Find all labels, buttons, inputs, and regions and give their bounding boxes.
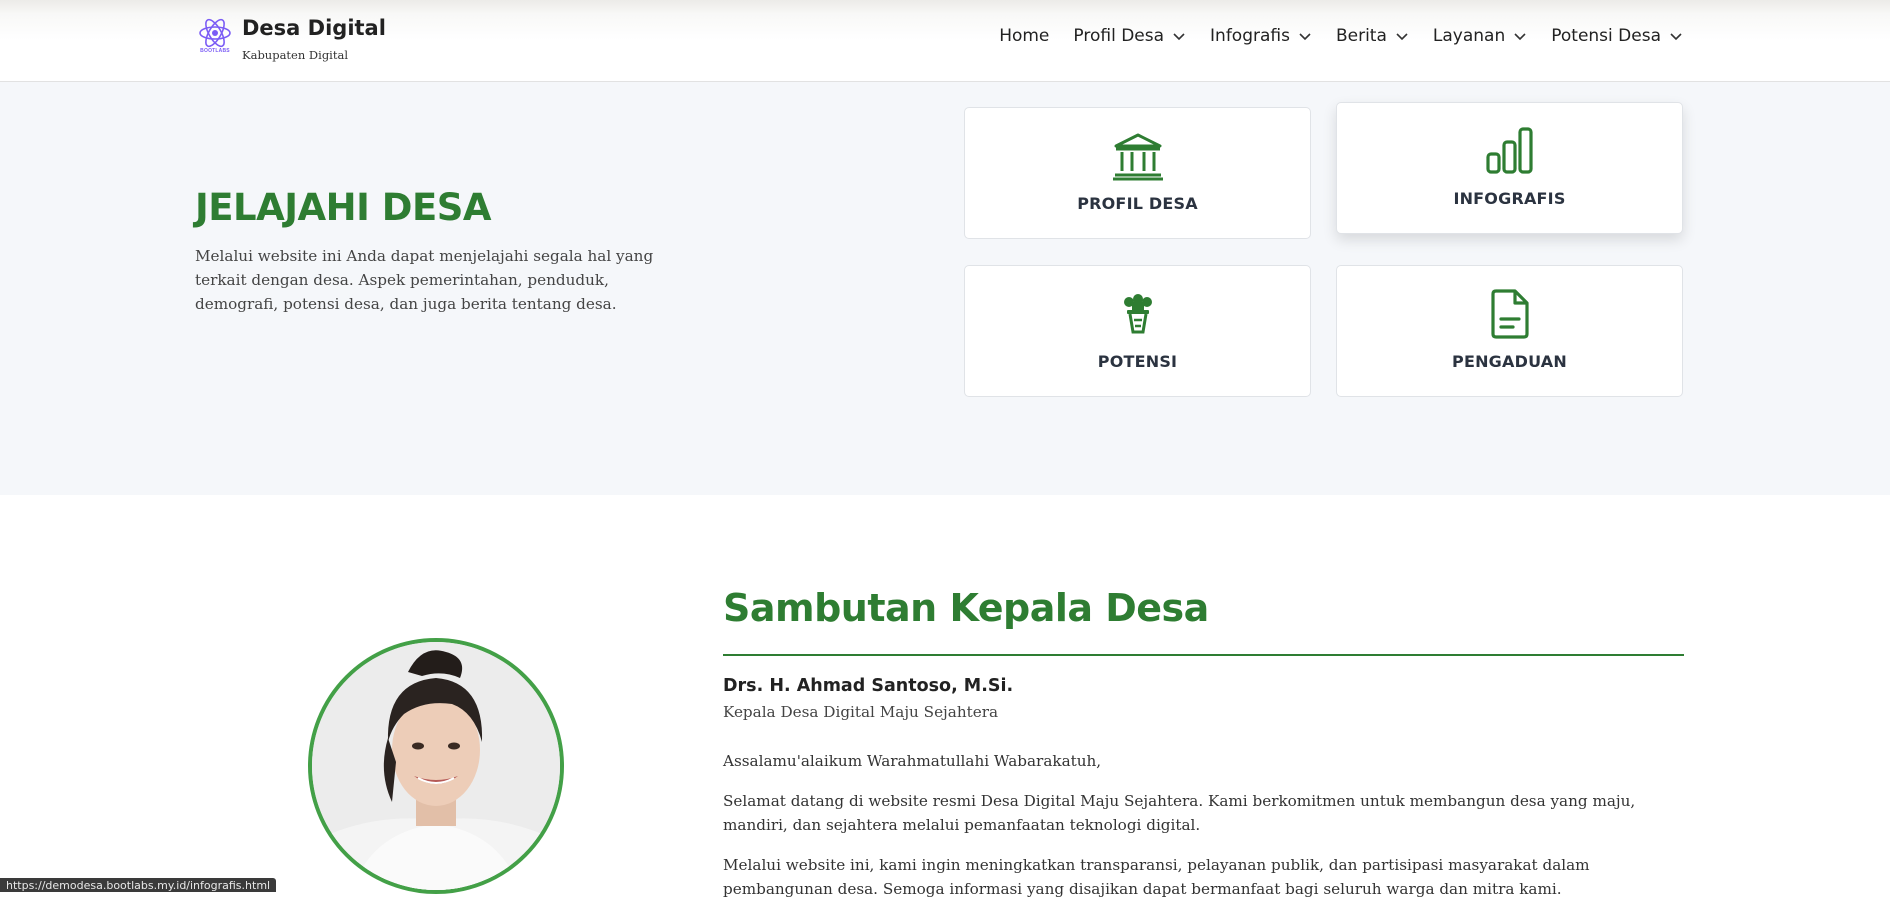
nav-potensi-desa-label: Potensi Desa (1551, 26, 1661, 46)
bank-icon (1108, 128, 1168, 184)
welcome-paragraph: Selamat datang di website resmi Desa Dig… (723, 792, 1636, 834)
village-head-photo (308, 638, 564, 894)
card-infografis-label: INFOGRAFIS (1453, 189, 1566, 208)
card-potensi-label: POTENSI (1097, 352, 1178, 371)
chevron-down-icon (1514, 33, 1526, 41)
atom-logo-icon: BOOTLABS (198, 16, 232, 58)
nav-berita-label: Berita (1335, 26, 1387, 46)
chevron-down-icon (1173, 33, 1185, 41)
card-profil-desa[interactable]: PROFIL DESA (964, 107, 1311, 239)
navbar: BOOTLABS Desa Digital Kabupaten Digital … (0, 0, 1890, 82)
nav-profil-desa[interactable]: Profil Desa (1073, 26, 1186, 46)
chevron-down-icon (1299, 33, 1311, 41)
mission-paragraph: Melalui website ini, kami ingin meningka… (723, 856, 1590, 898)
card-pengaduan-label: PENGADUAN (1452, 352, 1567, 371)
village-head-role: Kepala Desa Digital Maju Sejahtera (723, 703, 999, 721)
bar-chart-icon (1480, 123, 1540, 179)
status-bar-url: https://demodesa.bootlabs.my.id/infograf… (0, 878, 277, 892)
hero-description: Melalui website ini Anda dapat menjelaja… (195, 247, 654, 313)
hero-section: JELAJAHI DESA Melalui website ini Anda d… (0, 82, 1890, 495)
card-infografis[interactable]: INFOGRAFIS (1336, 102, 1683, 234)
card-pengaduan[interactable]: PENGADUAN (1336, 265, 1683, 397)
site-title: Desa Digital (242, 16, 386, 40)
nav-layanan[interactable]: Layanan (1433, 26, 1527, 46)
greeting-text: Assalamu'alaikum Warahmatullahi Wabaraka… (723, 752, 1102, 770)
hero-title: JELAJAHI DESA (195, 186, 492, 229)
nav-infografis-label: Infografis (1210, 26, 1290, 46)
title-divider (723, 654, 1684, 656)
nav-berita[interactable]: Berita (1336, 26, 1409, 46)
card-potensi[interactable]: POTENSI (964, 265, 1311, 397)
nav-layanan-label: Layanan (1432, 26, 1506, 46)
card-profil-desa-label: PROFIL DESA (1077, 194, 1198, 213)
sambutan-title: Sambutan Kepala Desa (723, 586, 1209, 630)
nav-home[interactable]: Home (999, 26, 1049, 46)
flower-pot-icon (1108, 286, 1168, 342)
chevron-down-icon (1670, 33, 1682, 41)
main-nav: Home Profil Desa Infografis Berita Layan… (975, 26, 1683, 46)
logo-wordmark: BOOTLABS (200, 48, 230, 54)
document-icon (1480, 286, 1540, 342)
village-head-name: Drs. H. Ahmad Santoso, M.Si. (723, 676, 1014, 696)
nav-infografis[interactable]: Infografis (1210, 26, 1312, 46)
nav-home-label: Home (999, 26, 1050, 46)
chevron-down-icon (1396, 33, 1408, 41)
nav-potensi-desa[interactable]: Potensi Desa (1551, 26, 1683, 46)
nav-profil-desa-label: Profil Desa (1073, 26, 1165, 46)
brand-link[interactable]: BOOTLABS Desa Digital Kabupaten Digital (198, 16, 386, 62)
site-subtitle: Kabupaten Digital (242, 48, 349, 62)
